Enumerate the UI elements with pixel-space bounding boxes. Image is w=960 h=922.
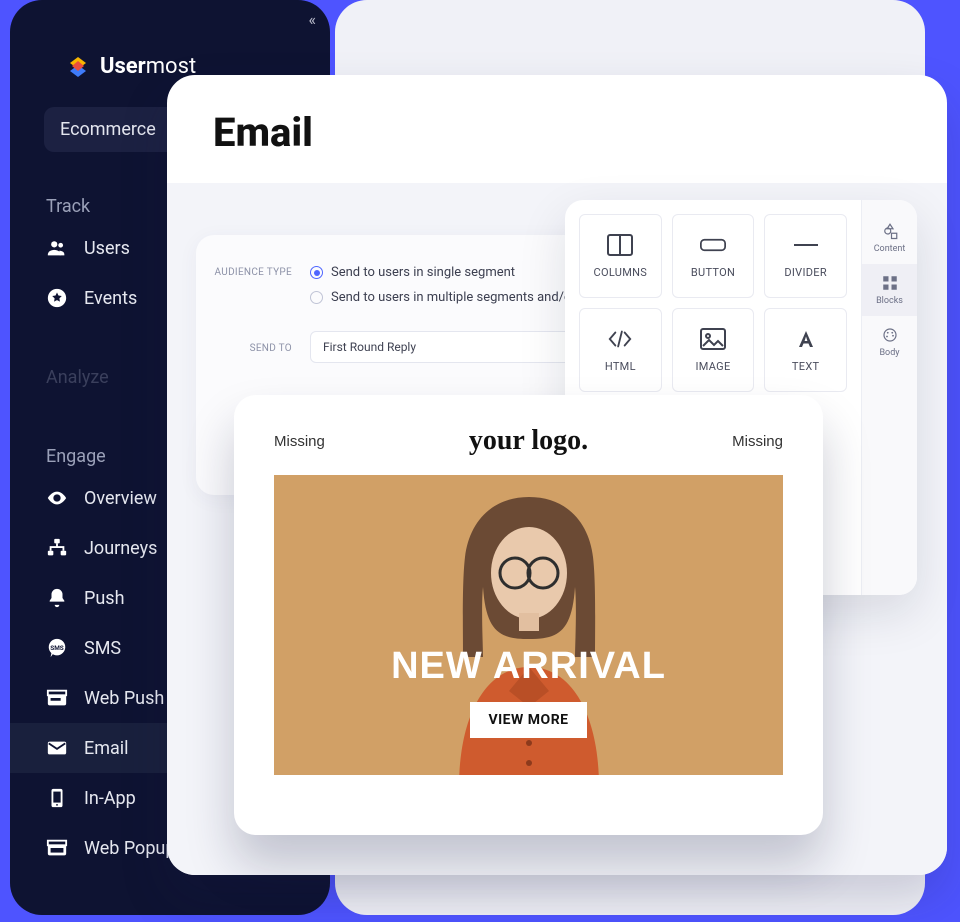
block-button[interactable]: BUTTON (672, 214, 755, 298)
audience-opt2-text: Send to users in multiple segments and/o… (331, 290, 588, 305)
sendto-label: SEND TO (210, 343, 292, 354)
block-text[interactable]: TEXT (764, 308, 847, 392)
tab-content[interactable]: Content (862, 212, 917, 264)
preview-missing-left: Missing (274, 433, 325, 450)
block-label: COLUMNS (594, 266, 648, 279)
logo-text: Usermost (100, 54, 196, 79)
eye-icon (46, 487, 68, 509)
nav-label: Events (84, 288, 137, 309)
nav-label: Email (84, 738, 129, 759)
audience-option-multiple[interactable]: Send to users in multiple segments and/o… (310, 290, 588, 305)
divider-icon (793, 234, 819, 256)
workspace-label: Ecommerce (60, 119, 156, 140)
body-tab-icon (881, 326, 899, 344)
image-icon (700, 328, 726, 350)
blocks-tab-icon (881, 274, 899, 292)
radio-unchecked-icon (310, 291, 323, 304)
button-icon (700, 234, 726, 256)
block-html[interactable]: HTML (579, 308, 662, 392)
block-label: HTML (605, 360, 636, 373)
text-icon (793, 328, 819, 350)
audience-type-label: AUDIENCE TYPE (210, 267, 292, 278)
block-image[interactable]: IMAGE (672, 308, 755, 392)
block-label: BUTTON (691, 266, 735, 279)
radio-checked-icon (310, 266, 323, 279)
hero-banner: NEW ARRIVAL VIEW MORE (274, 475, 783, 775)
nav-label: Users (84, 238, 130, 259)
audience-opt1-text: Send to users in single segment (331, 265, 515, 280)
svg-text:SMS: SMS (50, 644, 64, 652)
bell-icon (46, 587, 68, 609)
phone-icon (46, 787, 68, 809)
page-title: Email (213, 109, 947, 156)
sendto-value: First Round Reply (323, 340, 416, 354)
html-icon (607, 328, 633, 350)
block-label: IMAGE (695, 360, 730, 373)
nav-label: Web Popup (84, 838, 175, 859)
audience-option-single[interactable]: Send to users in single segment (310, 265, 588, 280)
palette-tabs: Content Blocks Body (861, 200, 917, 595)
tab-label: Body (879, 348, 899, 358)
collapse-icon[interactable]: « (308, 10, 316, 29)
hero-headline: NEW ARRIVAL (274, 645, 783, 688)
tab-blocks[interactable]: Blocks (862, 264, 917, 316)
hero-cta-button[interactable]: VIEW MORE (470, 702, 586, 738)
block-columns[interactable]: COLUMNS (579, 214, 662, 298)
content-tab-icon (881, 222, 899, 240)
logo-mark-icon (66, 55, 90, 79)
email-preview-card: Missing your logo. Missing NEW ARRIVAL V… (234, 395, 823, 835)
tab-label: Content (874, 244, 906, 254)
flow-icon (46, 537, 68, 559)
mail-icon (46, 737, 68, 759)
preview-missing-right: Missing (732, 433, 783, 450)
nav-label: Push (84, 588, 124, 609)
users-icon (46, 237, 68, 259)
nav-label: SMS (84, 638, 121, 659)
preview-logo-placeholder: your logo. (469, 425, 588, 457)
nav-label: Journeys (84, 538, 157, 559)
block-label: TEXT (792, 360, 819, 373)
nav-label: Web Push (84, 688, 164, 709)
block-label: DIVIDER (784, 266, 827, 279)
block-divider[interactable]: DIVIDER (764, 214, 847, 298)
browser-icon (46, 687, 68, 709)
columns-icon (607, 234, 633, 256)
nav-label: In-App (84, 788, 136, 809)
popup-icon (46, 837, 68, 859)
star-circle-icon (46, 287, 68, 309)
nav-label: Overview (84, 488, 157, 509)
tab-label: Blocks (876, 296, 903, 306)
tab-body[interactable]: Body (862, 316, 917, 368)
sms-icon: SMS (46, 637, 68, 659)
